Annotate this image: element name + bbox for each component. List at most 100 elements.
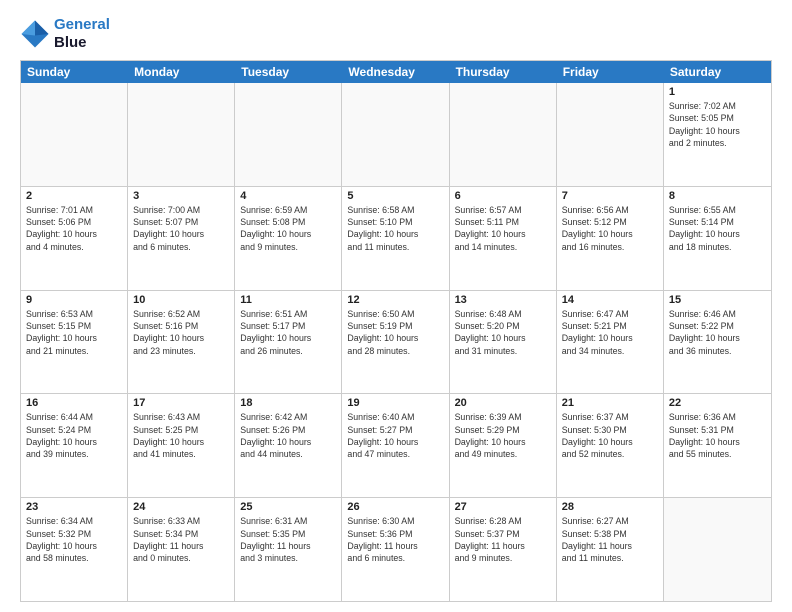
day-cell-1-1 [21, 83, 128, 186]
day-number: 17 [133, 397, 229, 409]
day-info: Sunrise: 6:55 AM Sunset: 5:14 PM Dayligh… [669, 204, 766, 253]
day-info: Sunrise: 6:47 AM Sunset: 5:21 PM Dayligh… [562, 308, 658, 357]
day-number: 2 [26, 190, 122, 202]
day-cell-5-6: 28 Sunrise: 6:27 AM Sunset: 5:38 PM Dayli… [557, 498, 664, 601]
day-info: Sunrise: 6:57 AM Sunset: 5:11 PM Dayligh… [455, 204, 551, 253]
day-cell-4-7: 22 Sunrise: 6:36 AM Sunset: 5:31 PM Dayli… [664, 394, 771, 497]
day-cell-4-1: 16 Sunrise: 6:44 AM Sunset: 5:24 PM Dayli… [21, 394, 128, 497]
day-number: 19 [347, 397, 443, 409]
logo-icon [20, 19, 50, 49]
day-number: 10 [133, 294, 229, 306]
day-header-friday: Friday [557, 61, 664, 83]
day-cell-2-3: 4 Sunrise: 6:59 AM Sunset: 5:08 PM Daylig… [235, 187, 342, 290]
day-info: Sunrise: 7:02 AM Sunset: 5:05 PM Dayligh… [669, 100, 766, 149]
day-number: 3 [133, 190, 229, 202]
day-cell-2-6: 7 Sunrise: 6:56 AM Sunset: 5:12 PM Daylig… [557, 187, 664, 290]
day-number: 16 [26, 397, 122, 409]
day-info: Sunrise: 6:53 AM Sunset: 5:15 PM Dayligh… [26, 308, 122, 357]
day-cell-3-2: 10 Sunrise: 6:52 AM Sunset: 5:16 PM Dayli… [128, 291, 235, 394]
day-number: 18 [240, 397, 336, 409]
day-info: Sunrise: 6:36 AM Sunset: 5:31 PM Dayligh… [669, 411, 766, 460]
day-headers: SundayMondayTuesdayWednesdayThursdayFrid… [21, 61, 771, 83]
day-cell-3-4: 12 Sunrise: 6:50 AM Sunset: 5:19 PM Dayli… [342, 291, 449, 394]
day-cell-5-5: 27 Sunrise: 6:28 AM Sunset: 5:37 PM Dayli… [450, 498, 557, 601]
day-cell-3-5: 13 Sunrise: 6:48 AM Sunset: 5:20 PM Dayli… [450, 291, 557, 394]
day-info: Sunrise: 6:42 AM Sunset: 5:26 PM Dayligh… [240, 411, 336, 460]
day-info: Sunrise: 6:52 AM Sunset: 5:16 PM Dayligh… [133, 308, 229, 357]
day-cell-3-6: 14 Sunrise: 6:47 AM Sunset: 5:21 PM Dayli… [557, 291, 664, 394]
day-number: 11 [240, 294, 336, 306]
week-row-2: 2 Sunrise: 7:01 AM Sunset: 5:06 PM Daylig… [21, 186, 771, 290]
day-info: Sunrise: 6:27 AM Sunset: 5:38 PM Dayligh… [562, 515, 658, 564]
day-number: 14 [562, 294, 658, 306]
header: General Blue [20, 16, 772, 52]
day-header-sunday: Sunday [21, 61, 128, 83]
page: General Blue SundayMondayTuesdayWednesda… [0, 0, 792, 612]
day-cell-3-1: 9 Sunrise: 6:53 AM Sunset: 5:15 PM Daylig… [21, 291, 128, 394]
day-info: Sunrise: 6:43 AM Sunset: 5:25 PM Dayligh… [133, 411, 229, 460]
day-number: 22 [669, 397, 766, 409]
day-cell-2-7: 8 Sunrise: 6:55 AM Sunset: 5:14 PM Daylig… [664, 187, 771, 290]
day-info: Sunrise: 6:56 AM Sunset: 5:12 PM Dayligh… [562, 204, 658, 253]
day-number: 13 [455, 294, 551, 306]
day-info: Sunrise: 6:40 AM Sunset: 5:27 PM Dayligh… [347, 411, 443, 460]
day-info: Sunrise: 6:44 AM Sunset: 5:24 PM Dayligh… [26, 411, 122, 460]
day-number: 12 [347, 294, 443, 306]
day-number: 1 [669, 86, 766, 98]
day-info: Sunrise: 6:48 AM Sunset: 5:20 PM Dayligh… [455, 308, 551, 357]
day-header-saturday: Saturday [664, 61, 771, 83]
day-cell-2-5: 6 Sunrise: 6:57 AM Sunset: 5:11 PM Daylig… [450, 187, 557, 290]
day-cell-1-4 [342, 83, 449, 186]
week-row-5: 23Sunrise: 6:34 AM Sunset: 5:32 PM Dayli… [21, 497, 771, 601]
day-cell-2-4: 5 Sunrise: 6:58 AM Sunset: 5:10 PM Daylig… [342, 187, 449, 290]
day-number: 8 [669, 190, 766, 202]
day-cell-4-5: 20Sunrise: 6:39 AM Sunset: 5:29 PM Dayli… [450, 394, 557, 497]
day-info: Sunrise: 6:31 AM Sunset: 5:35 PM Dayligh… [240, 515, 336, 564]
day-info: Sunrise: 6:46 AM Sunset: 5:22 PM Dayligh… [669, 308, 766, 357]
day-header-monday: Monday [128, 61, 235, 83]
day-number: 21 [562, 397, 658, 409]
calendar-body: 1 Sunrise: 7:02 AM Sunset: 5:05 PM Daylig… [21, 83, 771, 601]
day-header-wednesday: Wednesday [342, 61, 449, 83]
day-info: Sunrise: 6:39 AM Sunset: 5:29 PM Dayligh… [455, 411, 551, 460]
day-cell-4-3: 18 Sunrise: 6:42 AM Sunset: 5:26 PM Dayli… [235, 394, 342, 497]
day-info: Sunrise: 6:50 AM Sunset: 5:19 PM Dayligh… [347, 308, 443, 357]
day-info: Sunrise: 7:00 AM Sunset: 5:07 PM Dayligh… [133, 204, 229, 253]
day-number: 6 [455, 190, 551, 202]
day-info: Sunrise: 6:51 AM Sunset: 5:17 PM Dayligh… [240, 308, 336, 357]
day-number: 26 [347, 501, 443, 513]
day-info: Sunrise: 6:33 AM Sunset: 5:34 PM Dayligh… [133, 515, 229, 564]
day-cell-4-6: 21 Sunrise: 6:37 AM Sunset: 5:30 PM Dayli… [557, 394, 664, 497]
day-info: Sunrise: 6:28 AM Sunset: 5:37 PM Dayligh… [455, 515, 551, 564]
day-number: 15 [669, 294, 766, 306]
day-number: 7 [562, 190, 658, 202]
day-cell-5-3: 25 Sunrise: 6:31 AM Sunset: 5:35 PM Dayli… [235, 498, 342, 601]
day-number: 9 [26, 294, 122, 306]
week-row-1: 1 Sunrise: 7:02 AM Sunset: 5:05 PM Daylig… [21, 83, 771, 186]
day-number: 27 [455, 501, 551, 513]
day-number: 23 [26, 501, 122, 513]
day-cell-4-4: 19 Sunrise: 6:40 AM Sunset: 5:27 PM Dayli… [342, 394, 449, 497]
day-number: 25 [240, 501, 336, 513]
day-cell-4-2: 17 Sunrise: 6:43 AM Sunset: 5:25 PM Dayli… [128, 394, 235, 497]
day-number: 5 [347, 190, 443, 202]
day-cell-2-1: 2 Sunrise: 7:01 AM Sunset: 5:06 PM Daylig… [21, 187, 128, 290]
day-info: Sunrise: 6:59 AM Sunset: 5:08 PM Dayligh… [240, 204, 336, 253]
day-number: 4 [240, 190, 336, 202]
logo: General Blue [20, 16, 110, 52]
day-cell-1-2 [128, 83, 235, 186]
day-cell-5-4: 26 Sunrise: 6:30 AM Sunset: 5:36 PM Dayli… [342, 498, 449, 601]
day-header-tuesday: Tuesday [235, 61, 342, 83]
day-info: Sunrise: 7:01 AM Sunset: 5:06 PM Dayligh… [26, 204, 122, 253]
day-number: 28 [562, 501, 658, 513]
day-cell-5-1: 23Sunrise: 6:34 AM Sunset: 5:32 PM Dayli… [21, 498, 128, 601]
calendar: SundayMondayTuesdayWednesdayThursdayFrid… [20, 60, 772, 602]
day-info: Sunrise: 6:58 AM Sunset: 5:10 PM Dayligh… [347, 204, 443, 253]
logo-text: General Blue [54, 16, 110, 52]
day-info: Sunrise: 6:37 AM Sunset: 5:30 PM Dayligh… [562, 411, 658, 460]
day-cell-3-3: 11 Sunrise: 6:51 AM Sunset: 5:17 PM Dayli… [235, 291, 342, 394]
day-info: Sunrise: 6:30 AM Sunset: 5:36 PM Dayligh… [347, 515, 443, 564]
day-cell-5-7 [664, 498, 771, 601]
day-cell-1-3 [235, 83, 342, 186]
day-cell-1-7: 1 Sunrise: 7:02 AM Sunset: 5:05 PM Daylig… [664, 83, 771, 186]
